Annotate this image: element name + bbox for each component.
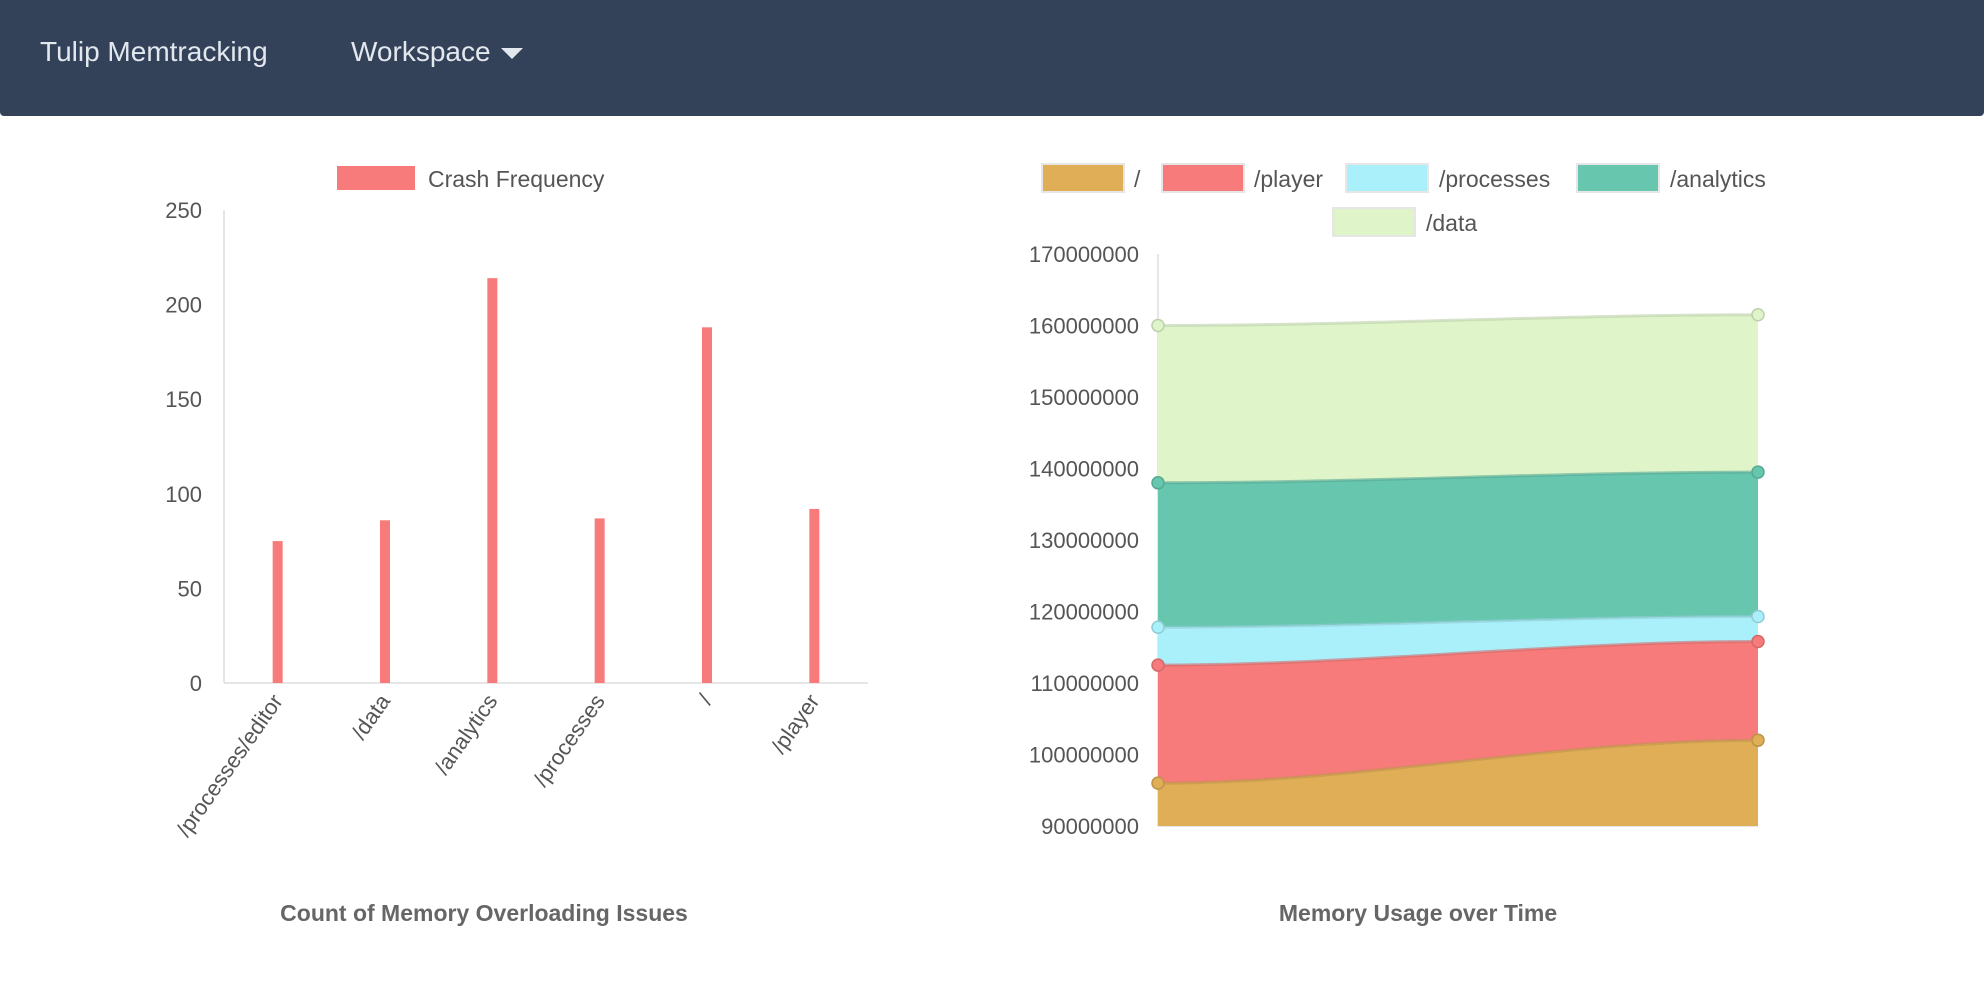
memory-usage-area-chart: / /player/processes/analytics/data 9000000… — [1029, 163, 1766, 839]
caret-down-icon — [500, 47, 523, 59]
y-tick-label: 110000000 — [1031, 671, 1140, 696]
y-tick-label: 100 — [165, 482, 202, 507]
y-tick-label: 100000000 — [1029, 743, 1139, 768]
legend-label-player: /player — [1254, 166, 1323, 192]
workspace-label: Workspace — [351, 36, 491, 67]
bar-1 — [380, 520, 390, 683]
point-data-0 — [1151, 318, 1165, 333]
x-tick-label: /analytics — [429, 690, 502, 779]
brand-link[interactable]: Tulip Memtracking — [40, 36, 268, 68]
y-tick-label: 170000000 — [1029, 242, 1139, 267]
y-tick-label: 150000000 — [1029, 385, 1139, 410]
legend-swatch-processes — [1345, 163, 1429, 193]
legend-swatch-crash-frequency — [335, 164, 417, 192]
legend-swatch-data — [1332, 207, 1416, 237]
legend-label-root: / — [1134, 166, 1141, 192]
bar-chart-caption: Count of Memory Overloading Issues — [280, 900, 688, 926]
bar-5 — [809, 508, 820, 683]
workspace-dropdown[interactable]: Workspace — [351, 36, 523, 68]
bar-0 — [272, 541, 283, 683]
y-tick-label: 120000000 — [1029, 600, 1139, 625]
y-tick-label: 200 — [165, 293, 202, 318]
legend-swatch-root — [1041, 163, 1125, 193]
point-analytics-0 — [1151, 476, 1165, 490]
point-player-1 — [1751, 634, 1765, 649]
top-navbar: Tulip Memtracking Workspace — [0, 0, 1984, 116]
point-data-1 — [1751, 308, 1765, 322]
area-band-analytics — [1158, 472, 1758, 628]
area-chart-caption: Memory Usage over Time — [1278, 900, 1558, 926]
point-player-0 — [1151, 658, 1165, 672]
area-band-data — [1158, 314, 1758, 483]
x-tick-label: /player — [766, 690, 824, 758]
x-tick-label: / — [693, 689, 717, 709]
legend-label-processes: /processes — [1439, 166, 1550, 192]
bar-3 — [594, 518, 605, 683]
y-tick-label: 150 — [165, 387, 202, 412]
legend-label-data: /data — [1426, 210, 1477, 236]
x-tick-label: /data — [347, 689, 396, 744]
y-tick-label: 0 — [190, 671, 202, 696]
point-processes-0 — [1151, 620, 1165, 634]
bar-4 — [702, 327, 712, 683]
point-root-0 — [1151, 776, 1165, 790]
legend-swatch-player — [1161, 163, 1245, 193]
y-tick-label: 250 — [165, 198, 202, 223]
y-tick-label: 140000000 — [1029, 457, 1139, 482]
point-analytics-1 — [1751, 465, 1765, 479]
y-tick-label: 90000000 — [1041, 814, 1139, 839]
legend-label-crash-frequency: Crash Frequency — [428, 166, 605, 192]
x-tick-label: /processes — [528, 690, 610, 791]
point-processes-1 — [1751, 609, 1765, 624]
y-tick-label: 160000000 — [1029, 314, 1139, 339]
legend-swatch-analytics — [1576, 163, 1660, 193]
y-tick-label: 50 — [178, 576, 202, 601]
crash-frequency-bar-chart: Crash Frequency 0 50 100 150 200 250/processes… — [165, 164, 868, 842]
y-tick-label: 130000000 — [1029, 528, 1139, 553]
legend-label-analytics: /analytics — [1670, 166, 1766, 192]
bar-2 — [487, 278, 498, 683]
x-tick-label: /processes/editor — [171, 690, 288, 842]
point-root-1 — [1751, 733, 1765, 747]
